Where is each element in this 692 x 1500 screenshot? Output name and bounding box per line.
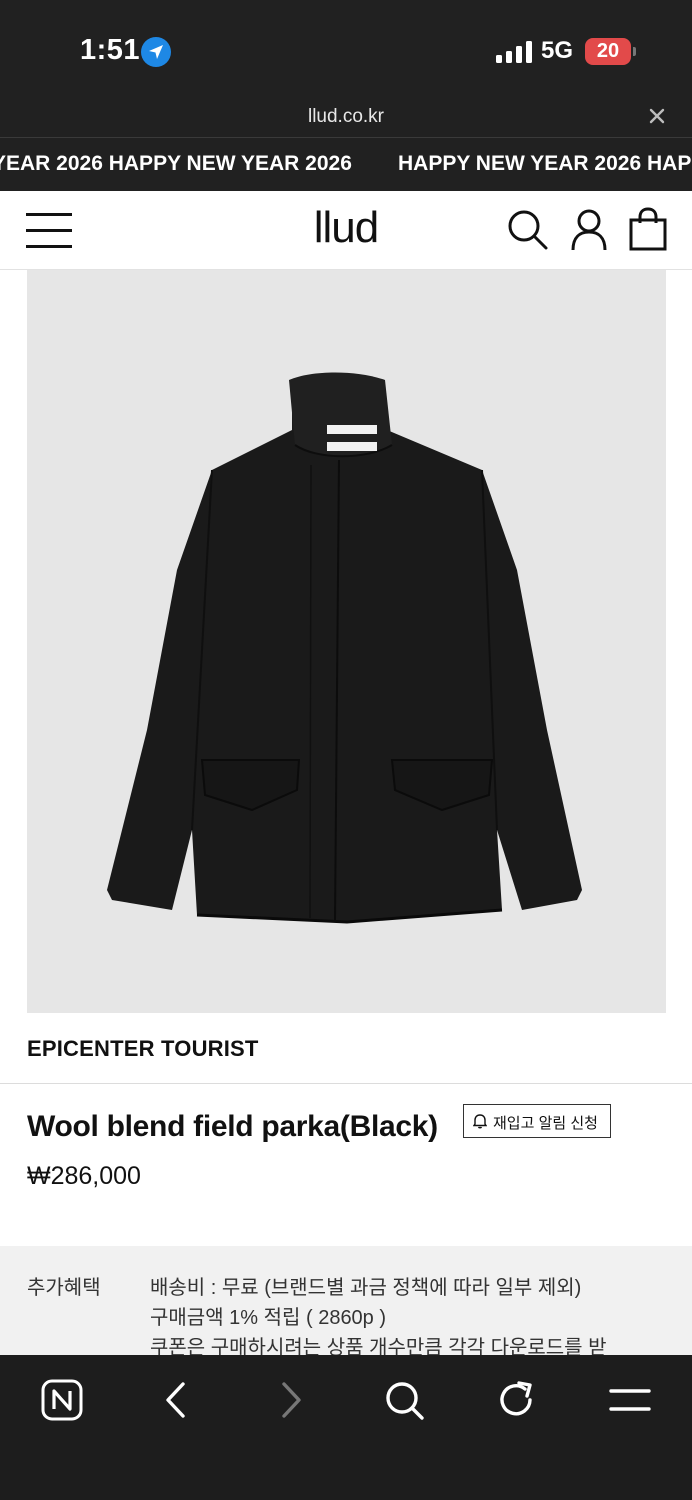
benefit-line: 구매금액 1% 적립 ( 2860p )	[150, 1307, 387, 1329]
status-bar: 1:51 5G 20	[0, 0, 692, 98]
battery-indicator: 20	[585, 38, 631, 65]
bell-icon	[473, 1114, 487, 1129]
search-icon[interactable]	[505, 207, 549, 251]
hamburger-menu-icon[interactable]	[26, 211, 74, 249]
divider	[0, 1083, 692, 1084]
product-name: Wool blend field parka(Black)	[27, 1110, 438, 1143]
promo-marquee: YEAR 2026 HAPPY NEW YEAR 2026 HAPPY NEW …	[0, 138, 692, 191]
signal-bars-icon	[496, 41, 532, 63]
forward-icon[interactable]	[266, 1375, 316, 1425]
restock-alert-button[interactable]: 재입고 알림 신청	[463, 1104, 611, 1138]
site-logo[interactable]: llud	[246, 203, 446, 253]
status-time: 1:51	[80, 34, 141, 66]
marquee-text: HAPPY NEW YEAR 2026 HAPPY	[398, 152, 692, 175]
battery-nub	[633, 47, 636, 56]
battery-level: 20	[596, 40, 620, 62]
benefit-line: 배송비 : 무료 (브랜드별 과금 정책에 따라 일부 제외)	[150, 1277, 582, 1299]
product-price: ₩286,000	[27, 1162, 141, 1190]
url-text[interactable]: llud.co.kr	[0, 106, 692, 128]
menu-icon[interactable]	[605, 1375, 655, 1425]
back-icon[interactable]	[151, 1375, 201, 1425]
close-icon[interactable]	[644, 103, 670, 129]
site-header: llud	[0, 191, 692, 270]
benefit-line: 쿠폰은 구매하시려는 상품 개수만큼 각각 다운로드를 받	[150, 1337, 607, 1356]
naver-home-icon[interactable]	[37, 1375, 87, 1425]
benefits-section: 추가혜택 배송비 : 무료 (브랜드별 과금 정책에 따라 일부 제외) 구매금…	[0, 1246, 692, 1356]
marquee-text: YEAR 2026 HAPPY NEW YEAR 2026	[0, 152, 352, 175]
url-bar[interactable]: llud.co.kr	[0, 98, 692, 138]
location-arrow-icon	[141, 37, 171, 67]
restock-alert-label: 재입고 알림 신청	[493, 1115, 598, 1132]
network-label: 5G	[541, 37, 574, 64]
benefits-title: 추가혜택	[27, 1277, 101, 1299]
product-brand[interactable]: EPICENTER TOURIST	[27, 1036, 259, 1062]
browser-toolbar	[0, 1355, 692, 1500]
product-image[interactable]	[27, 270, 666, 1013]
reload-icon[interactable]	[492, 1375, 542, 1425]
user-icon[interactable]	[567, 207, 611, 251]
shopping-bag-icon[interactable]	[626, 207, 670, 251]
parka-illustration	[107, 372, 582, 924]
search-icon[interactable]	[379, 1375, 429, 1425]
